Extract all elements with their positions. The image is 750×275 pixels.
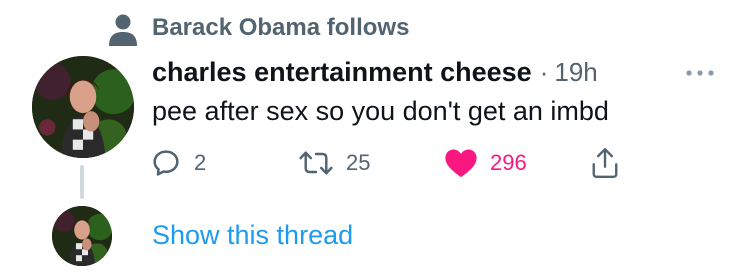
retweet-count: 25: [346, 150, 371, 175]
share-icon: [592, 148, 618, 178]
person-icon: [109, 14, 137, 46]
tweet-timestamp[interactable]: 19h: [554, 57, 597, 88]
tweet-header: charles entertainment cheese · 19h: [152, 57, 598, 88]
thread-avatar[interactable]: [52, 206, 112, 266]
thread-connector-line: [80, 165, 84, 199]
show-thread-link[interactable]: Show this thread: [152, 220, 353, 251]
like-button[interactable]: 296: [444, 145, 527, 181]
share-button[interactable]: [590, 145, 620, 181]
heart-icon: [445, 149, 477, 178]
more-options-button[interactable]: [683, 62, 717, 84]
tweet-text: pee after sex so you don't get an imbd: [152, 96, 609, 126]
author-avatar[interactable]: [32, 56, 134, 158]
header-separator: ·: [539, 57, 549, 87]
social-context-text[interactable]: Barack Obama follows: [152, 14, 409, 42]
social-context-icon-wrap: [106, 12, 140, 48]
reply-count: 2: [194, 150, 207, 175]
more-icon: [686, 70, 714, 76]
avatar-photo: [32, 56, 134, 158]
reply-icon: [153, 150, 179, 176]
retweet-icon: [299, 151, 333, 175]
reply-button[interactable]: 2: [150, 145, 206, 181]
author-name[interactable]: charles entertainment cheese: [152, 57, 532, 88]
thread-avatar-photo: [52, 206, 112, 266]
retweet-button[interactable]: 25: [298, 145, 370, 181]
like-count: 296: [490, 150, 527, 175]
